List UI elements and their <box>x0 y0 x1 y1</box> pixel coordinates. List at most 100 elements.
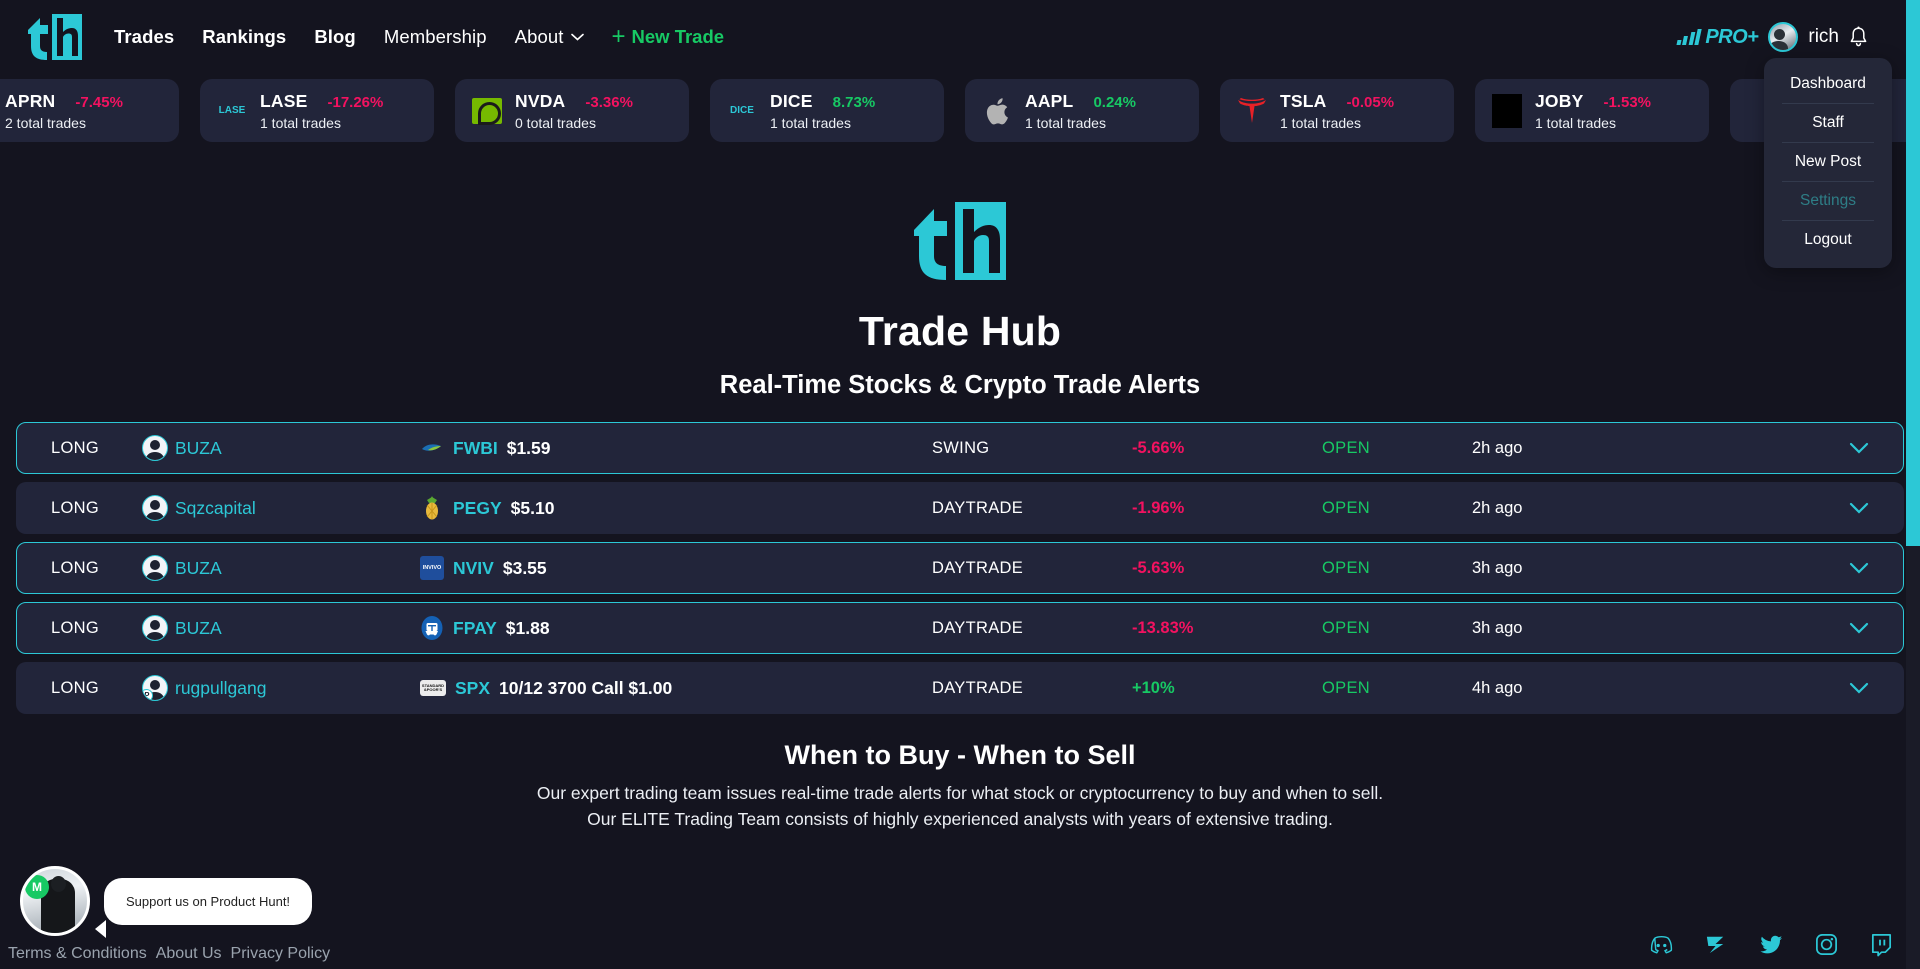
footer-link-privacy[interactable]: Privacy Policy <box>231 945 331 963</box>
user-dropdown-menu: Dashboard Staff New Post Settings Logout <box>1764 58 1892 268</box>
hero-section: Trade Hub Real-Time Stocks & Crypto Trad… <box>0 198 1920 400</box>
trade-change-pct: +10% <box>1132 678 1175 697</box>
ticker-card-tsla[interactable]: TSLA -0.05% 1 total trades <box>1220 79 1454 142</box>
ticker-card-lase[interactable]: LASE LASE -17.26% 1 total trades <box>200 79 434 142</box>
main-nav: Trades Rankings Blog Membership About + … <box>114 25 724 49</box>
pro-plus-label: PRO+ <box>1705 25 1759 48</box>
ticker-symbol: JOBY <box>1535 90 1584 111</box>
avatar <box>142 435 168 461</box>
menu-item-dashboard[interactable]: Dashboard <box>1764 65 1892 103</box>
expand-row-button[interactable] <box>1849 442 1903 454</box>
trade-user[interactable]: BUZA <box>142 615 412 641</box>
avatar <box>142 555 168 581</box>
trade-timestamp: 4h ago <box>1472 678 1523 697</box>
twitter-icon[interactable] <box>1759 932 1784 957</box>
menu-item-new-post[interactable]: New Post <box>1764 143 1892 181</box>
expand-row-button[interactable] <box>1849 502 1903 514</box>
stocktwits-icon[interactable] <box>1704 932 1729 957</box>
trade-symbol: FWBI <box>453 437 498 458</box>
status-badge: OPEN <box>1322 618 1370 637</box>
ticker-symbol: LASE <box>260 90 308 111</box>
footer-link-terms[interactable]: Terms & Conditions <box>8 945 147 963</box>
expand-row-button[interactable] <box>1849 682 1903 694</box>
footer-link-about[interactable]: About Us <box>156 945 222 963</box>
ticker-logo-spx-icon: STANDARD &POOR'S <box>420 680 446 696</box>
product-hunt-widget[interactable]: M Support us on Product Hunt! <box>20 866 313 938</box>
table-row[interactable]: LONG BUZA FWBI $1.59 SWING -5.66% OPEN 2… <box>16 422 1904 474</box>
trade-side: LONG <box>51 618 99 637</box>
menu-item-settings[interactable]: Settings <box>1764 182 1892 220</box>
ticker-trade-count: 0 total trades <box>515 114 596 131</box>
ticker-card-nvda[interactable]: NVDA -3.36% 0 total trades <box>455 79 689 142</box>
ticker-card-joby[interactable]: JOBY -1.53% 1 total trades <box>1475 79 1709 142</box>
trade-user[interactable]: BUZA <box>142 435 412 461</box>
product-hunt-avatar[interactable]: M <box>20 866 90 936</box>
trade-instrument: STANDARD &POOR'S SPX 10/12 3700 Call $1.0… <box>412 678 932 699</box>
user-badge: P <box>143 689 153 700</box>
ticker-symbol: DICE <box>770 90 813 111</box>
trade-user[interactable]: Sqzcapital <box>142 495 412 521</box>
ticker-card-dice[interactable]: DICE DICE 8.73% 1 total trades <box>710 79 944 142</box>
ticker-logo-fpay-icon <box>420 616 444 640</box>
ticker-change: 8.73% <box>832 93 876 111</box>
twitch-icon[interactable] <box>1869 932 1894 957</box>
username-label[interactable]: rich <box>1808 26 1839 48</box>
nav-link-rankings[interactable]: Rankings <box>202 26 286 48</box>
trade-timestamp: 3h ago <box>1472 618 1523 637</box>
scrollbar-thumb[interactable] <box>1906 0 1920 546</box>
trade-user[interactable]: P rugpullgang <box>142 675 412 701</box>
trade-symbol: SPX <box>455 677 491 698</box>
discord-icon[interactable] <box>1649 932 1674 957</box>
trade-username: Sqzcapital <box>175 497 256 518</box>
new-trade-button[interactable]: + New Trade <box>612 25 725 49</box>
pro-plus-badge[interactable]: PRO+ <box>1676 25 1759 49</box>
trade-hub-hero-logo-icon <box>914 202 1006 280</box>
ticker-logo-nvidia-icon <box>469 93 505 129</box>
trade-alert-list: LONG BUZA FWBI $1.59 SWING -5.66% OPEN 2… <box>16 422 1904 714</box>
ticker-change: -7.45% <box>75 93 123 111</box>
top-navigation-bar: Trades Rankings Blog Membership About + … <box>0 0 1920 74</box>
ticker-logo-tesla-icon <box>1234 93 1270 129</box>
product-hunt-message[interactable]: Support us on Product Hunt! <box>94 877 313 938</box>
table-row[interactable]: LONG BUZA INVIVO NVIV $3.55 DAYTRADE -5.… <box>16 542 1904 594</box>
status-badge: OPEN <box>1322 498 1370 517</box>
ticker-symbol: AAPL <box>1025 90 1074 111</box>
expand-row-button[interactable] <box>1849 622 1903 634</box>
instagram-icon[interactable] <box>1814 932 1839 957</box>
ticker-trade-count: 1 total trades <box>1280 114 1361 131</box>
menu-item-staff[interactable]: Staff <box>1764 104 1892 142</box>
trade-symbol: PEGY <box>453 497 502 518</box>
chevron-down-icon <box>1849 682 1869 694</box>
nav-link-membership[interactable]: Membership <box>384 26 487 48</box>
trade-timestamp: 2h ago <box>1472 438 1523 457</box>
trade-symbol: FPAY <box>453 617 497 638</box>
trade-price: $5.10 <box>510 497 555 518</box>
trade-change-pct: -1.96% <box>1132 498 1185 517</box>
ticker-logo-nviv-icon: INVIVO <box>420 556 444 580</box>
ticker-trade-count: 1 total trades <box>1025 114 1106 131</box>
chevron-down-icon <box>1849 502 1869 514</box>
trade-symbol: NVIV <box>453 557 494 578</box>
table-row[interactable]: LONG Sqzcapital PEGY $5.10 DAYTRADE -1.9… <box>16 482 1904 534</box>
trade-price: $3.55 <box>502 557 547 578</box>
trade-price: $1.59 <box>506 437 551 458</box>
trade-hub-logo-icon[interactable] <box>26 12 84 62</box>
info-title: When to Buy - When to Sell <box>784 740 1136 770</box>
menu-item-logout[interactable]: Logout <box>1764 221 1892 259</box>
ticker-card-aapl[interactable]: AAPL 0.24% 1 total trades <box>965 79 1199 142</box>
table-row[interactable]: LONG P rugpullgang STANDARD &POOR'S SPX 1… <box>16 662 1904 714</box>
nav-link-trades[interactable]: Trades <box>114 26 174 48</box>
table-row[interactable]: LONG BUZA FPAY $1.88 DAYTRADE -13.83% OP… <box>16 602 1904 654</box>
bell-icon[interactable] <box>1849 26 1868 48</box>
trade-price: $1.88 <box>505 617 550 638</box>
avatar[interactable] <box>1768 22 1799 52</box>
info-line-1: Our expert trading team issues real-time… <box>536 783 1384 803</box>
expand-row-button[interactable] <box>1849 562 1903 574</box>
ticker-carousel[interactable]: APRN -7.45% 2 total trades LASE LASE -17… <box>0 74 1920 142</box>
avatar <box>142 615 168 641</box>
nav-link-blog[interactable]: Blog <box>314 26 356 48</box>
nav-link-about[interactable]: About <box>515 26 584 48</box>
ticker-logo-pegy-icon <box>420 496 444 520</box>
trade-user[interactable]: BUZA <box>142 555 412 581</box>
ticker-card-aprn[interactable]: APRN -7.45% 2 total trades <box>0 79 179 142</box>
